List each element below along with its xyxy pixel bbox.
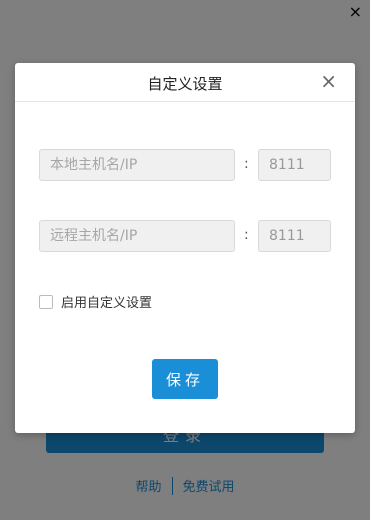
- close-icon[interactable]: ×: [320, 69, 337, 93]
- dialog-title: 自定义设置: [147, 75, 223, 93]
- remote-port-input[interactable]: [258, 220, 331, 252]
- enable-custom-row[interactable]: 启用自定义设置: [39, 292, 152, 311]
- local-port-input[interactable]: [258, 149, 331, 181]
- port-separator: :: [244, 156, 249, 172]
- save-button[interactable]: 保存: [152, 359, 218, 399]
- local-host-input[interactable]: [39, 149, 235, 181]
- port-separator: :: [244, 227, 249, 243]
- dialog-header: 自定义设置 ×: [15, 63, 355, 102]
- remote-host-input[interactable]: [39, 220, 235, 252]
- custom-settings-dialog: 自定义设置 × : : 启用自定义设置 保存: [15, 63, 355, 433]
- enable-custom-checkbox[interactable]: [39, 294, 53, 309]
- enable-custom-label[interactable]: 启用自定义设置: [61, 292, 152, 311]
